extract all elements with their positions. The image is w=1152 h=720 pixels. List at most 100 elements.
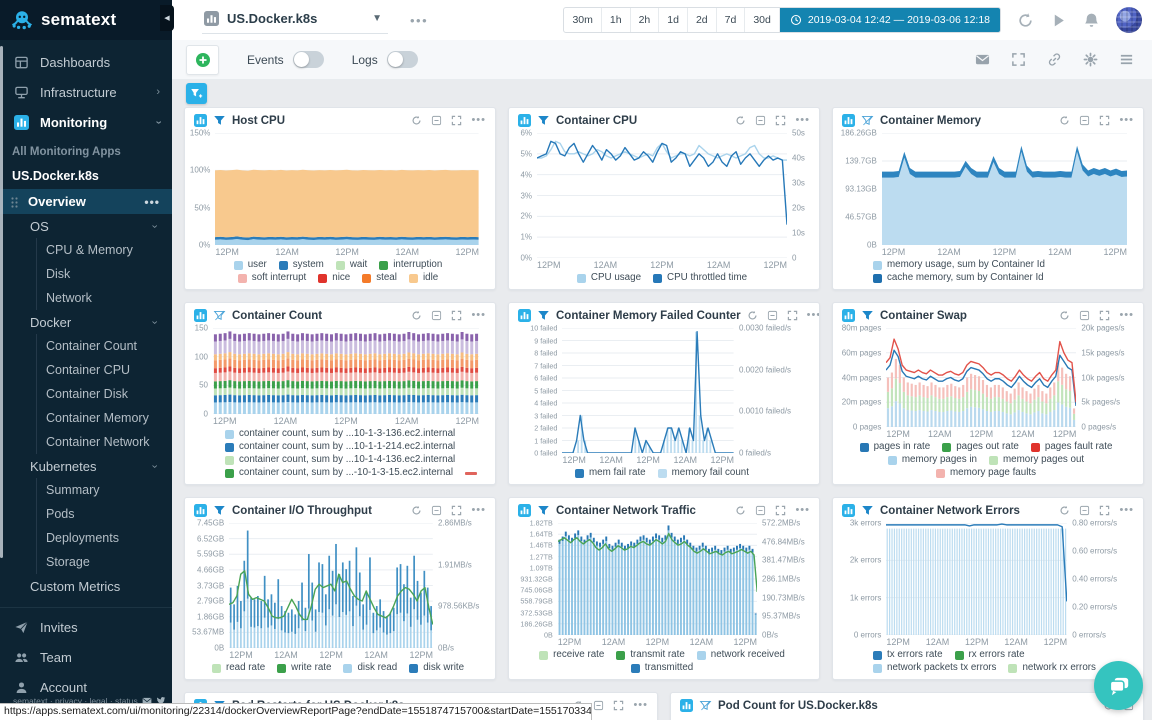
legend-item-network-packets-tx-errors[interactable]: network packets tx errors [873,662,996,674]
time-range-1d[interactable]: 1d [659,8,688,32]
legend-item-soft-interrupt[interactable]: soft interrupt [238,272,306,284]
legend-item-container-count-sum-by-10-1-1-214-ec2-internal[interactable]: container count, sum by ...10-1-1-214.ec… [225,441,455,453]
chart-plot[interactable] [886,523,1067,635]
legend-item-memory-fail-count[interactable]: memory fail count [658,467,749,479]
legend-item-nice[interactable]: nice [318,272,350,284]
refresh-icon[interactable] [411,115,422,126]
time-range-30d[interactable]: 30d [745,8,780,32]
more-icon[interactable]: ••• [144,195,160,209]
logs-toggle[interactable] [387,51,418,68]
sidebar-item-dashboards[interactable]: Dashboards [0,47,172,77]
legend-item-read-rate[interactable]: read rate [212,662,265,674]
legend-item-container-count-sum-by-10-1-3-15-ec2-internal[interactable]: container count, sum by ...-10-1-3-15.ec… [225,467,453,479]
legend-item-disk-write[interactable]: disk write [409,662,464,674]
minus-icon[interactable] [755,505,766,516]
app-selector[interactable]: US.Docker.k8s ▼ [202,7,388,34]
minus-icon[interactable] [431,505,442,516]
refresh-icon[interactable] [411,310,422,321]
funnel-icon[interactable] [537,114,550,127]
sidebar-item-custom-metrics[interactable]: Custom Metrics [0,574,172,598]
legend-item-user[interactable]: user [234,259,267,271]
sidebar-item-all-monitoring-apps[interactable]: All Monitoring Apps [0,142,172,163]
sidebar-item-container-count[interactable]: Container Count [36,334,172,358]
sidebar-item-us-docker-k8s[interactable]: US.Docker.k8s [0,166,172,187]
minus-icon[interactable] [1079,115,1090,126]
chart-plot[interactable] [558,523,757,635]
funnel-off-icon[interactable] [699,699,712,712]
legend-item-network-received[interactable]: network received [697,649,785,661]
legend-item-idle[interactable]: idle [409,272,438,284]
legend-item-interruption[interactable]: interruption [379,259,442,271]
sidebar-item-container-disk[interactable]: Container Disk [36,382,172,406]
funnel-off-icon[interactable] [861,114,874,127]
legend-item-container-count-sum-by-10-1-4-136-ec2-internal[interactable]: container count, sum by ...10-1-4-136.ec… [225,454,455,466]
sidebar-item-team[interactable]: Team [0,642,172,672]
app-more-menu[interactable]: ••• [410,13,428,28]
legend-item-pages-in-rate[interactable]: pages in rate [860,441,931,453]
user-avatar[interactable] [1116,7,1142,33]
more-icon[interactable]: ••• [1119,505,1134,516]
expand-icon[interactable] [451,505,462,516]
expand-icon[interactable] [775,505,786,516]
bell-icon[interactable] [1083,12,1100,29]
sidebar-item-container-cpu[interactable]: Container CPU [36,358,172,382]
funnel-icon[interactable] [861,504,874,517]
email-report-icon[interactable] [975,52,990,67]
sidebar-item-container-network[interactable]: Container Network [36,430,172,454]
legend-item-container-count-sum-by-10-1-3-136-ec2-internal[interactable]: container count, sum by ...10-1-3-136.ec… [225,428,455,440]
minus-icon[interactable] [593,700,604,711]
integrations-icon[interactable] [1083,52,1098,67]
sidebar-item-storage[interactable]: Storage [36,550,172,574]
legend-item-receive-rate[interactable]: receive rate [539,649,604,661]
time-range-30m[interactable]: 30m [564,8,601,32]
legend-item-transmitted[interactable]: transmitted [631,662,693,674]
legend-item-network-rx-errors[interactable]: network rx errors [1008,662,1096,674]
funnel-icon[interactable] [213,114,226,127]
sidebar-item-docker[interactable]: Docker› [0,310,172,334]
legend-item-cpu-throttled-time[interactable]: CPU throttled time [653,272,747,284]
expand-icon[interactable] [787,310,798,321]
legend-item-pages-fault-rate[interactable]: pages fault rate [1031,441,1113,453]
minus-icon[interactable] [431,310,442,321]
more-icon[interactable]: ••• [471,115,486,126]
sidebar-item-cpu-memory[interactable]: CPU & Memory [36,238,172,262]
refresh-icon[interactable] [1017,12,1034,29]
sidebar-item-network[interactable]: Network [36,286,172,310]
expand-icon[interactable] [775,115,786,126]
more-icon[interactable]: ••• [807,310,820,321]
expand-icon[interactable] [1099,310,1110,321]
minus-icon[interactable] [1079,505,1090,516]
legend-item-transmit-rate[interactable]: transmit rate [616,649,684,661]
sidebar-item-monitoring[interactable]: Monitoring› [0,107,172,137]
more-icon[interactable]: ••• [471,310,486,321]
minus-icon[interactable] [767,310,778,321]
chart-plot[interactable] [886,328,1076,427]
time-range-2d[interactable]: 2d [688,8,717,32]
refresh-icon[interactable] [747,310,758,321]
sidebar-item-os[interactable]: OS› [0,214,172,238]
expand-icon[interactable] [1099,505,1110,516]
sidebar-item-pods[interactable]: Pods [36,502,172,526]
refresh-icon[interactable] [1059,115,1070,126]
more-icon[interactable]: ••• [795,505,810,516]
legend-item-memory-usage-sum-by-container-id[interactable]: memory usage, sum by Container Id [873,259,1045,271]
legend-item-memory-page-faults[interactable]: memory page faults [936,467,1036,479]
chart-plot[interactable] [229,523,433,648]
minus-icon[interactable] [1079,310,1090,321]
expand-icon[interactable] [451,115,462,126]
funnel-icon[interactable] [537,504,550,517]
refresh-icon[interactable] [735,115,746,126]
sidebar-item-infrastructure[interactable]: Infrastructure› [0,77,172,107]
sidebar-collapse-button[interactable]: ◀ [160,5,174,31]
minus-icon[interactable] [755,115,766,126]
more-icon[interactable]: ••• [471,505,486,516]
legend-item-rx-errors-rate[interactable]: rx errors rate [955,649,1025,661]
link-icon[interactable] [1047,52,1062,67]
sidebar-item-deployments[interactable]: Deployments [36,526,172,550]
expand-icon[interactable] [613,700,624,711]
menu-icon[interactable] [1119,52,1134,67]
legend-item-mem-fail-rate[interactable]: mem fail rate [575,467,646,479]
legend-item-tx-errors-rate[interactable]: tx errors rate [873,649,943,661]
chat-widget-button[interactable] [1094,661,1143,710]
legend-item-extra[interactable] [465,472,477,475]
